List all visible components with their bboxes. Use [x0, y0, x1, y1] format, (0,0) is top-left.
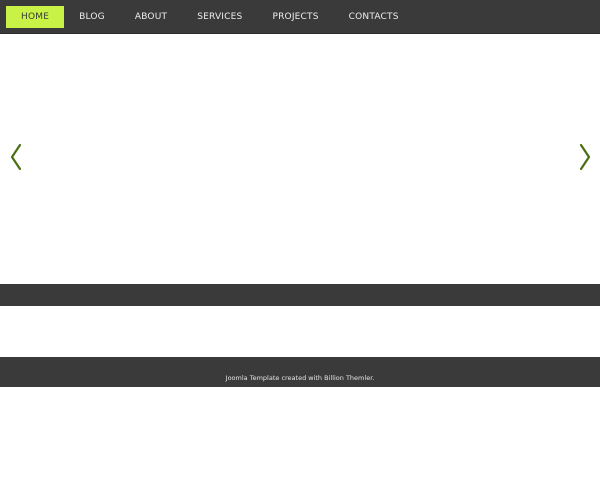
main-menu: HOME BLOG ABOUT SERVICES PROJECTS CONTAC… [6, 6, 414, 28]
top-navigation-bar: HOME BLOG ABOUT SERVICES PROJECTS CONTAC… [0, 0, 600, 34]
slider-next-button[interactable] [577, 142, 593, 172]
footer: Joomla Template created with Billion The… [0, 357, 600, 387]
chevron-left-icon [10, 143, 22, 171]
divider-band [0, 284, 600, 306]
chevron-right-icon [579, 143, 591, 171]
nav-item-blog[interactable]: BLOG [64, 6, 120, 28]
footer-credit: Joomla Template created with Billion The… [225, 374, 375, 382]
nav-item-projects[interactable]: PROJECTS [257, 6, 333, 28]
nav-item-contacts[interactable]: CONTACTS [334, 6, 414, 28]
nav-item-home[interactable]: HOME [6, 6, 65, 28]
content-area [0, 306, 600, 357]
nav-item-services[interactable]: SERVICES [182, 6, 257, 28]
nav-item-about[interactable]: ABOUT [120, 6, 182, 28]
slider-prev-button[interactable] [8, 142, 24, 172]
image-slider [0, 34, 600, 284]
